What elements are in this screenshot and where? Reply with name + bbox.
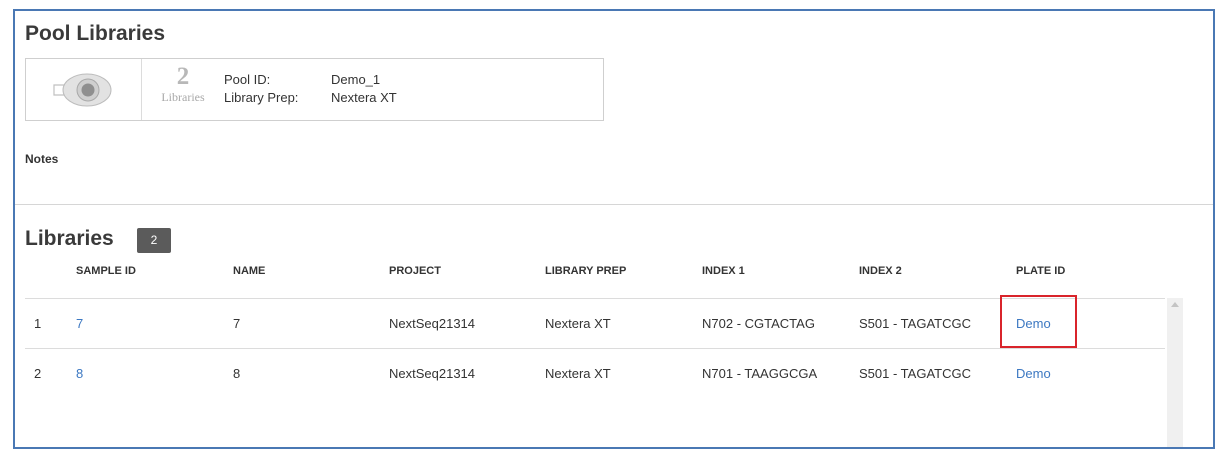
scroll-up-arrow-icon[interactable]: [1171, 302, 1179, 307]
pool-id-label: Pool ID:: [224, 72, 271, 87]
library-count: 2 Libraries: [154, 63, 212, 105]
name-cell: 8: [233, 366, 241, 381]
project-cell: NextSeq21314: [389, 366, 476, 381]
column-header-index2[interactable]: INDEX 2: [859, 265, 902, 277]
project-cell: NextSeq21314: [389, 316, 476, 331]
sample-id-link[interactable]: 8: [76, 366, 83, 381]
main-panel: Pool Libraries 2 Libraries Pool ID: Demo…: [13, 9, 1215, 449]
library-count-label: Libraries: [161, 90, 205, 104]
pool-id-value: Demo_1: [331, 72, 381, 87]
sample-id-link[interactable]: 7: [76, 316, 83, 331]
column-header-plate-id[interactable]: PLATE ID: [1016, 265, 1065, 277]
page-title: Pool Libraries: [25, 22, 166, 45]
library-prep-cell: Nextera XT: [545, 366, 611, 381]
name-cell: 7: [233, 316, 241, 331]
index1-cell: N702 - CGTACTAG: [702, 316, 815, 331]
column-header-library-prep[interactable]: LIBRARY PREP: [545, 265, 626, 277]
row-number: 1: [34, 316, 42, 331]
index1-cell: N701 - TAAGGCGA: [702, 366, 818, 381]
column-header-name[interactable]: NAME: [233, 265, 265, 277]
plate-id-link[interactable]: Demo: [1016, 366, 1051, 381]
index2-cell: S501 - TAGATCGC: [859, 366, 971, 381]
pool-icon-cell: [26, 59, 142, 120]
row-divider: [25, 348, 1165, 349]
section-divider: [15, 204, 1213, 205]
table-scrollbar[interactable]: [1167, 298, 1183, 447]
row-number: 2: [34, 366, 42, 381]
libraries-count-badge: 2: [137, 228, 171, 253]
libraries-title: Libraries: [25, 227, 114, 250]
column-header-index1[interactable]: INDEX 1: [702, 265, 745, 277]
notes-label: Notes: [25, 152, 59, 166]
column-header-sample-id[interactable]: SAMPLE ID: [76, 265, 136, 277]
library-prep-value: Nextera XT: [331, 90, 397, 105]
column-header-project[interactable]: PROJECT: [389, 265, 441, 277]
pool-summary-card: 2 Libraries Pool ID: Demo_1 Library Prep…: [25, 58, 604, 121]
library-prep-cell: Nextera XT: [545, 316, 611, 331]
plate-id-highlight-annotation: [1000, 295, 1077, 348]
library-count-number: 2: [176, 63, 190, 90]
table-header-divider: [25, 298, 1165, 299]
library-prep-label: Library Prep:: [224, 90, 299, 105]
index2-cell: S501 - TAGATCGC: [859, 316, 971, 331]
